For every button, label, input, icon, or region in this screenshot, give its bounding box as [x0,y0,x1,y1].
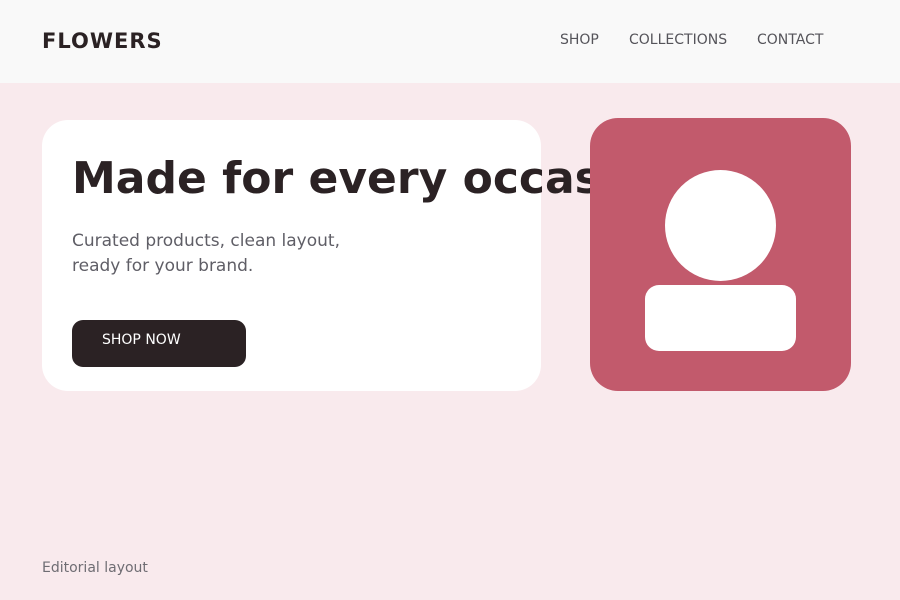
hero-image-placeholder [590,118,851,391]
hero-title: Made for every occasion [72,153,590,204]
shop-now-button-label: SHOP NOW [102,332,181,348]
top-navigation-bar: FLOWERS SHOP COLLECTIONS CONTACT [0,0,900,83]
footer-note: Editorial layout [42,560,148,576]
hero-subtitle-line-2: ready for your brand. [72,256,254,276]
hero-subtitle: Curated products, clean layout, ready fo… [72,229,412,279]
avatar-body-shape [645,285,796,351]
hero-subtitle-line-1: Curated products, clean layout, [72,231,340,251]
nav-link-contact[interactable]: CONTACT [757,32,823,49]
nav-link-shop[interactable]: SHOP [560,32,599,49]
avatar-placeholder-icon [590,118,851,391]
brand-logo[interactable]: FLOWERS [42,28,163,54]
avatar-head-shape [665,170,776,281]
shop-now-button[interactable]: SHOP NOW [72,320,246,367]
nav-link-collections[interactable]: COLLECTIONS [629,32,727,49]
